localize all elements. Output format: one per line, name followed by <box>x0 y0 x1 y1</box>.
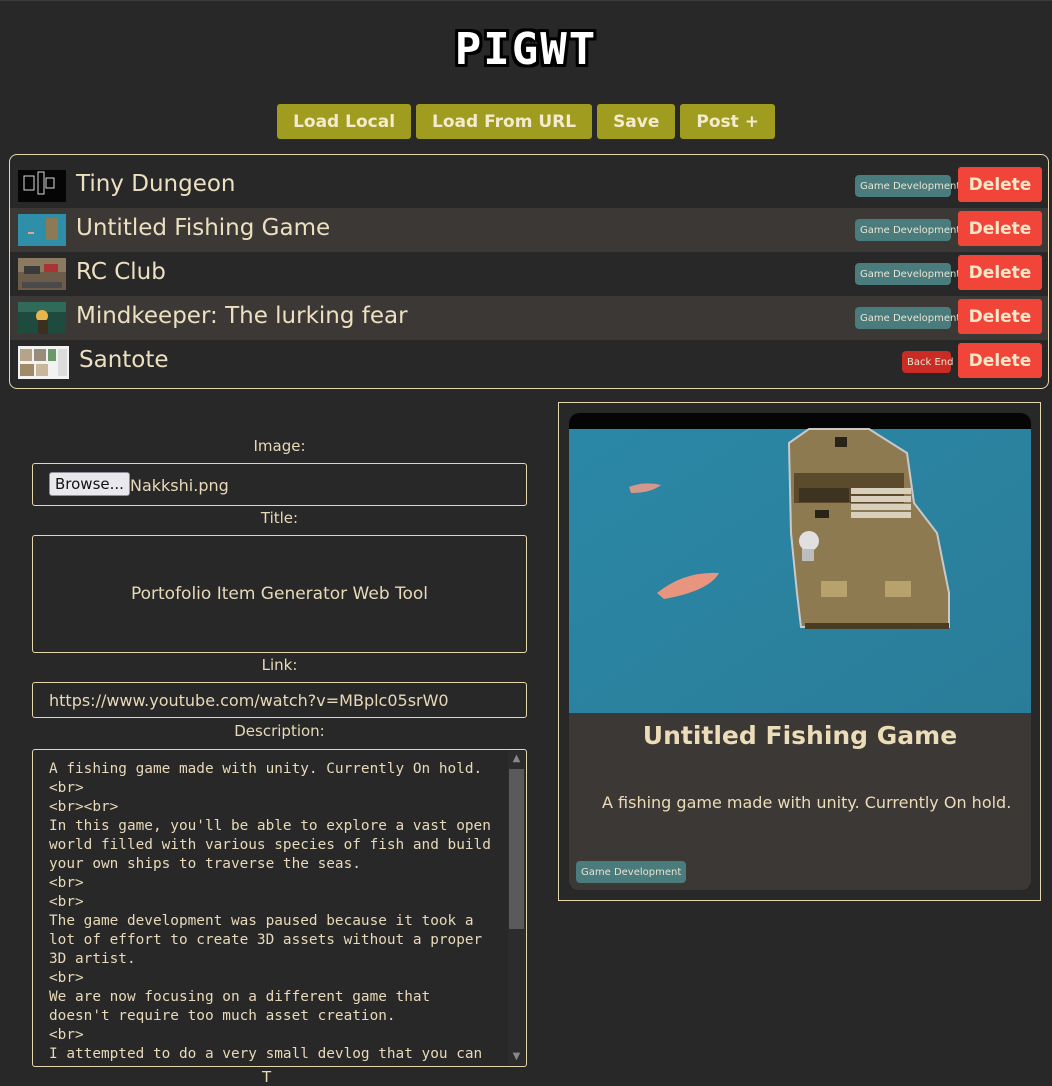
delete-button[interactable]: Delete <box>958 211 1042 246</box>
file-name: Nakkshi.png <box>130 476 229 495</box>
description-textarea[interactable]: A fishing game made with unity. Currentl… <box>32 749 527 1067</box>
list-item[interactable]: Mindkeeper: The lurking fear Game Develo… <box>10 296 1048 340</box>
post-button[interactable]: Post + <box>680 104 775 139</box>
delete-button[interactable]: Delete <box>958 343 1042 378</box>
image-file-input[interactable]: Browse... Nakkshi.png <box>32 463 527 506</box>
title-label: Title: <box>260 509 299 527</box>
item-thumbnail <box>18 258 66 290</box>
scroll-down-icon[interactable]: ▼ <box>508 1049 525 1065</box>
list-item[interactable]: Untitled Fishing Game Game Development D… <box>10 208 1048 252</box>
preview-card[interactable]: Untitled Fishing Game A fishing game mad… <box>569 413 1031 890</box>
category-tag: Back End <box>902 351 953 373</box>
item-title: Untitled Fishing Game <box>76 215 331 241</box>
category-tag: Game Development <box>855 263 960 285</box>
item-title: Santote <box>79 347 169 373</box>
top-border <box>0 0 1052 1</box>
scroll-thumb[interactable] <box>509 769 524 929</box>
category-tag: Game Development <box>855 307 960 329</box>
app-logo: PIGWT <box>454 24 598 75</box>
toolbar: Load Local Load From URL Save Post + <box>0 104 1052 139</box>
item-thumbnail <box>18 214 66 246</box>
item-thumbnail <box>18 170 66 202</box>
category-tag: Game Development <box>855 175 960 197</box>
delete-button[interactable]: Delete <box>958 255 1042 290</box>
description-text: A fishing game made with unity. Currentl… <box>49 761 491 1062</box>
browse-button[interactable]: Browse... <box>49 472 130 496</box>
item-title: Mindkeeper: The lurking fear <box>76 303 408 329</box>
image-label: Image: <box>253 437 306 455</box>
portfolio-item-list: Tiny Dungeon Game Development Delete Unt… <box>9 154 1049 389</box>
list-item[interactable]: RC Club Game Development Delete <box>10 252 1048 296</box>
delete-button[interactable]: Delete <box>958 167 1042 202</box>
link-input[interactable]: https://www.youtube.com/watch?v=MBplc05s… <box>32 682 527 718</box>
save-button[interactable]: Save <box>597 104 676 139</box>
scroll-up-icon[interactable]: ▲ <box>508 751 525 767</box>
load-local-button[interactable]: Load Local <box>277 104 412 139</box>
description-scrollbar[interactable]: ▲ ▼ <box>508 751 525 1065</box>
item-thumbnail <box>18 302 66 334</box>
item-title: RC Club <box>76 259 166 285</box>
category-tag: Game Development <box>855 219 960 241</box>
item-title: Tiny Dungeon <box>76 171 236 197</box>
preview-image <box>569 413 1031 713</box>
preview-category-tag: Game Development <box>576 861 687 883</box>
description-label: Description: <box>234 722 325 740</box>
preview-panel: Untitled Fishing Game A fishing game mad… <box>558 402 1041 901</box>
delete-button[interactable]: Delete <box>958 299 1042 334</box>
preview-description: A fishing game made with unity. Currentl… <box>602 793 1012 812</box>
list-item[interactable]: Tiny Dungeon Game Development Delete <box>10 164 1048 208</box>
load-from-url-button[interactable]: Load From URL <box>416 104 593 139</box>
preview-title: Untitled Fishing Game <box>642 721 958 750</box>
tags-label-partial: T <box>262 1068 272 1086</box>
title-input[interactable]: Portofolio Item Generator Web Tool <box>32 535 527 653</box>
item-thumbnail <box>18 346 69 379</box>
link-label: Link: <box>261 656 298 674</box>
list-item[interactable]: Santote Back End Delete <box>10 340 1048 384</box>
